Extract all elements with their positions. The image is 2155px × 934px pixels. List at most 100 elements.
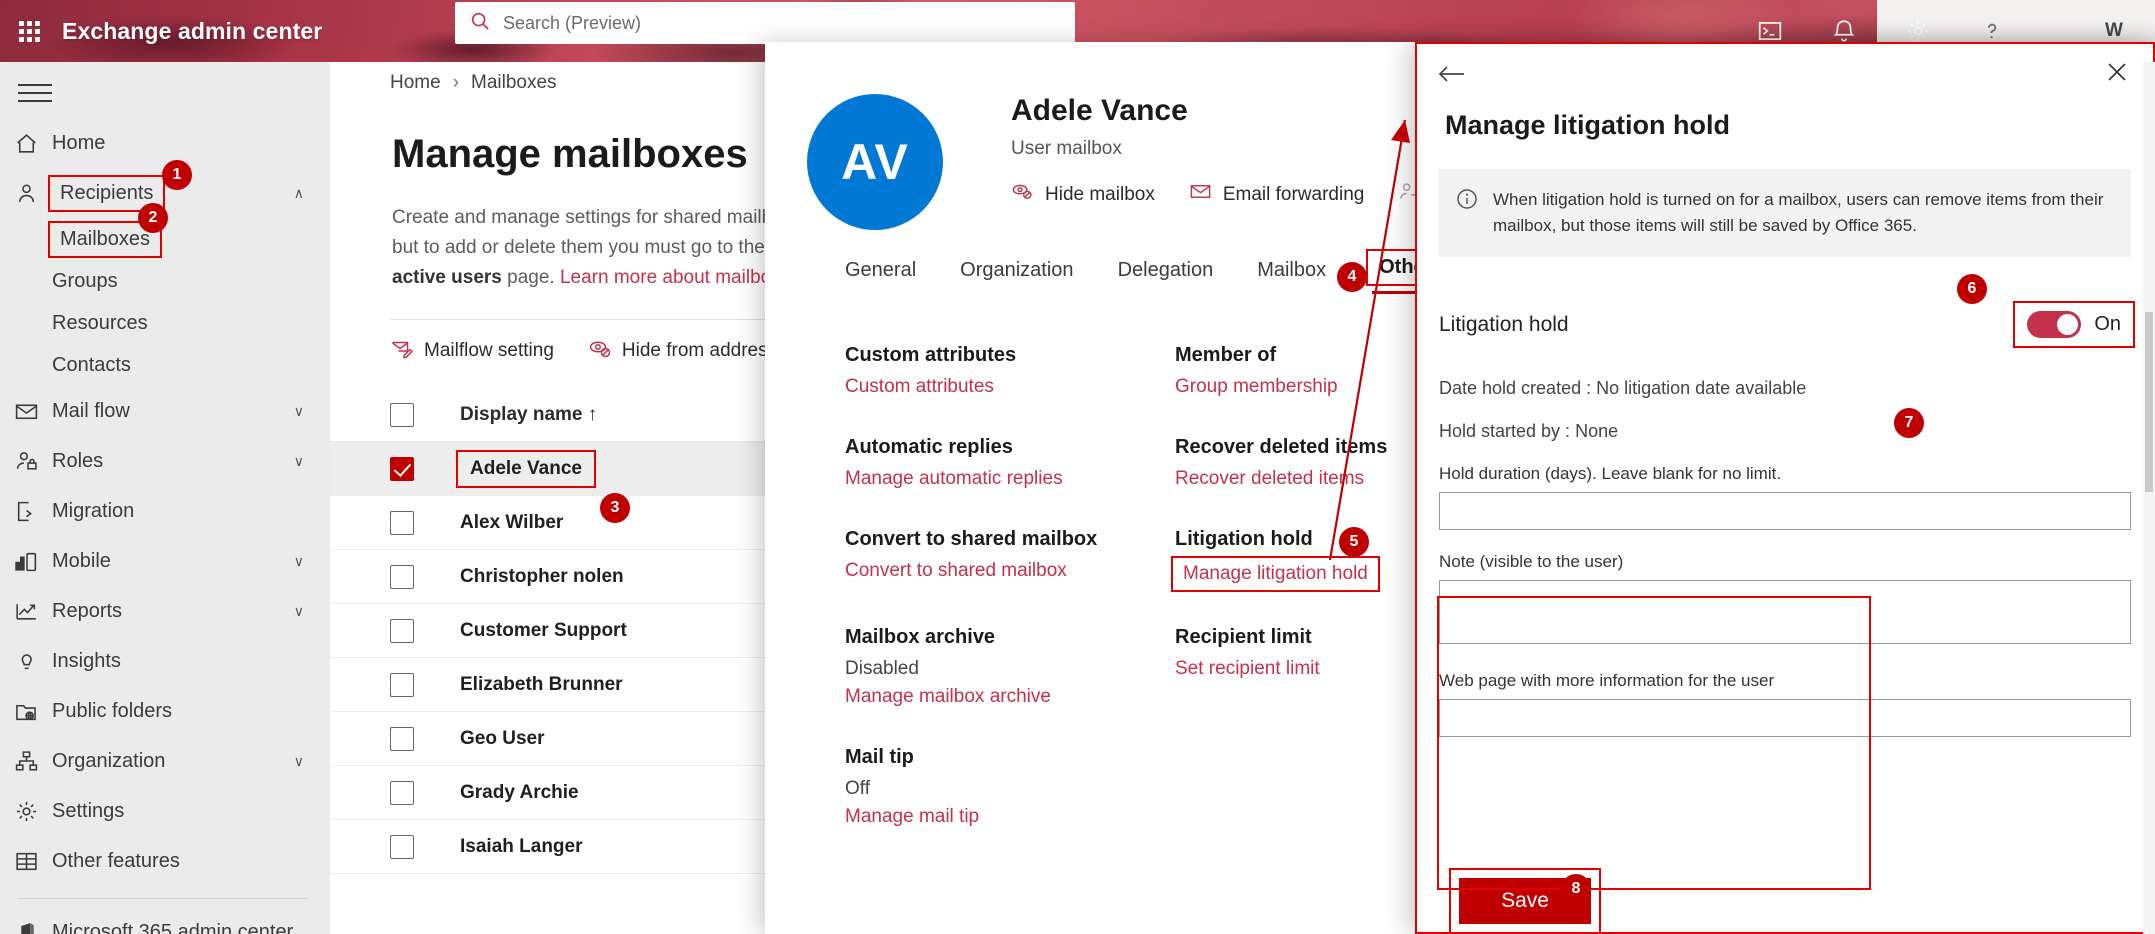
- sidebar-sub-label: Groups: [52, 270, 118, 293]
- sidebar-sub-label: Resources: [52, 312, 148, 335]
- sidebar-item-label: Other features: [52, 850, 180, 873]
- sidebar-item-roles[interactable]: Roles ∨: [0, 436, 330, 486]
- sidebar-item-groups[interactable]: Groups: [0, 260, 330, 302]
- row-checkbox[interactable]: [390, 727, 414, 751]
- scrollbar-thumb[interactable]: [2145, 312, 2153, 492]
- migration-icon: [14, 499, 52, 524]
- setting-link[interactable]: Manage automatic replies: [845, 468, 1063, 490]
- tab-delegation[interactable]: Delegation: [1118, 259, 1214, 294]
- display-name-cell[interactable]: Customer Support: [460, 620, 627, 642]
- office-icon: [14, 920, 52, 934]
- annotation-badge-5: 5: [1339, 527, 1369, 557]
- setting-link[interactable]: Convert to shared mailbox: [845, 560, 1067, 582]
- sidebar-item-organization[interactable]: Organization ∨: [0, 736, 330, 786]
- email-forwarding-button[interactable]: Email forwarding: [1189, 180, 1365, 209]
- sidebar-item-mobile[interactable]: Mobile ∨: [0, 536, 330, 586]
- annotation-badge-2: 2: [138, 203, 168, 233]
- row-checkbox[interactable]: [390, 673, 414, 697]
- setting-link[interactable]: Set recipient limit: [1175, 658, 1320, 680]
- chevron-down-icon[interactable]: ∨: [294, 603, 304, 620]
- setting-link[interactable]: Manage mail tip: [845, 806, 979, 828]
- bell-icon[interactable]: [1831, 18, 1857, 44]
- setting-link[interactable]: Custom attributes: [845, 376, 994, 398]
- sidebar-item-home[interactable]: Home: [0, 118, 330, 168]
- sidebar-item-m365-admin-center[interactable]: Microsoft 365 admin center: [0, 907, 330, 934]
- row-checkbox[interactable]: [390, 781, 414, 805]
- tab-general[interactable]: General: [845, 259, 916, 294]
- display-name-cell[interactable]: Alex Wilber: [460, 512, 563, 534]
- hold-duration-input[interactable]: [1439, 492, 2131, 530]
- litigation-hold-label: Litigation hold: [1439, 313, 1569, 337]
- gear-icon[interactable]: [1905, 18, 1931, 44]
- back-arrow-icon[interactable]: [1437, 62, 1467, 91]
- sidebar-divider: [18, 898, 308, 899]
- chevron-down-icon[interactable]: ∨: [294, 753, 304, 770]
- sidebar-item-label: Public folders: [52, 700, 172, 723]
- sidebar-item-label: Mobile: [52, 550, 111, 573]
- row-checkbox[interactable]: [390, 457, 414, 481]
- info-banner-text: When litigation hold is turned on for a …: [1493, 187, 2113, 239]
- display-name-cell[interactable]: Adele Vance: [460, 454, 592, 484]
- flyout-title: Manage litigation hold: [1445, 110, 2155, 141]
- setting-link[interactable]: Manage mailbox archive: [845, 686, 1051, 708]
- hide-mailbox-button[interactable]: Hide mailbox: [1011, 180, 1155, 209]
- hide-from-address-list-button[interactable]: Hide from address li: [588, 336, 791, 366]
- reports-icon: [14, 599, 52, 624]
- note-textarea[interactable]: [1439, 580, 2131, 644]
- setting-link[interactable]: Group membership: [1175, 376, 1338, 398]
- sidebar-item-migration[interactable]: Migration: [0, 486, 330, 536]
- breadcrumb-current[interactable]: Mailboxes: [471, 72, 557, 94]
- display-name-cell[interactable]: Christopher nolen: [460, 566, 624, 588]
- sidebar-item-settings[interactable]: Settings: [0, 786, 330, 836]
- tab-mailbox[interactable]: Mailbox: [1257, 259, 1326, 294]
- chevron-down-icon[interactable]: ∨: [294, 403, 304, 420]
- web-page-input[interactable]: [1439, 699, 2131, 737]
- hamburger-menu-icon[interactable]: [18, 84, 52, 102]
- info-circle-icon: [1455, 187, 1479, 239]
- row-checkbox[interactable]: [390, 511, 414, 535]
- chevron-down-icon[interactable]: ∨: [294, 553, 304, 570]
- chevron-up-icon[interactable]: ∧: [294, 185, 304, 202]
- sidebar-item-contacts[interactable]: Contacts: [0, 344, 330, 386]
- sidebar-item-reports[interactable]: Reports ∨: [0, 586, 330, 636]
- setting-title: Mail tip: [845, 746, 1175, 769]
- tab-organization[interactable]: Organization: [960, 259, 1073, 294]
- sidebar-item-label: Migration: [52, 500, 134, 523]
- console-icon[interactable]: [1757, 18, 1783, 44]
- column-header-display-name[interactable]: Display name ↑: [460, 404, 597, 426]
- sidebar-item-label: Organization: [52, 750, 165, 773]
- sidebar-item-insights[interactable]: Insights: [0, 636, 330, 686]
- row-checkbox[interactable]: [390, 835, 414, 859]
- close-icon[interactable]: [2105, 60, 2129, 89]
- sidebar-item-mail-flow[interactable]: Mail flow ∨: [0, 386, 330, 436]
- display-name-cell[interactable]: Geo User: [460, 728, 544, 750]
- setting-group: Convert to shared mailboxConvert to shar…: [845, 528, 1175, 588]
- mailflow-setting-button[interactable]: Mailflow setting: [390, 336, 554, 366]
- setting-link[interactable]: Manage litigation hold: [1175, 560, 1376, 588]
- search-icon: [469, 10, 491, 37]
- display-name-cell[interactable]: Elizabeth Brunner: [460, 674, 623, 696]
- mobile-icon: [14, 549, 52, 574]
- chevron-down-icon[interactable]: ∨: [294, 453, 304, 470]
- app-launcher-icon[interactable]: [10, 12, 48, 50]
- help-icon[interactable]: [1979, 18, 2005, 44]
- display-name-cell[interactable]: Isaiah Langer: [460, 836, 583, 858]
- row-checkbox[interactable]: [390, 619, 414, 643]
- search-box[interactable]: Search (Preview): [455, 2, 1075, 44]
- row-checkbox[interactable]: [390, 565, 414, 589]
- setting-title: Custom attributes: [845, 344, 1175, 367]
- page-scrollbar[interactable]: [2143, 62, 2155, 934]
- select-all-checkbox[interactable]: [390, 403, 414, 427]
- sidebar-item-other-features[interactable]: Other features: [0, 836, 330, 886]
- sidebar-item-resources[interactable]: Resources: [0, 302, 330, 344]
- annotation-badge-4: 4: [1337, 262, 1367, 292]
- setting-link[interactable]: Recover deleted items: [1175, 468, 1364, 490]
- sidebar-sub-label: Contacts: [52, 354, 131, 377]
- litigation-toggle[interactable]: On: [2017, 305, 2131, 344]
- left-navigation: Home Recipients ∧ Mailboxes Groups Resou…: [0, 62, 330, 934]
- breadcrumb-home[interactable]: Home: [390, 72, 441, 94]
- toggle-switch[interactable]: [2027, 311, 2081, 338]
- sidebar-item-public-folders[interactable]: Public folders: [0, 686, 330, 736]
- web-page-field-block: Web page with more information for the u…: [1439, 671, 2131, 737]
- display-name-cell[interactable]: Grady Archie: [460, 782, 579, 804]
